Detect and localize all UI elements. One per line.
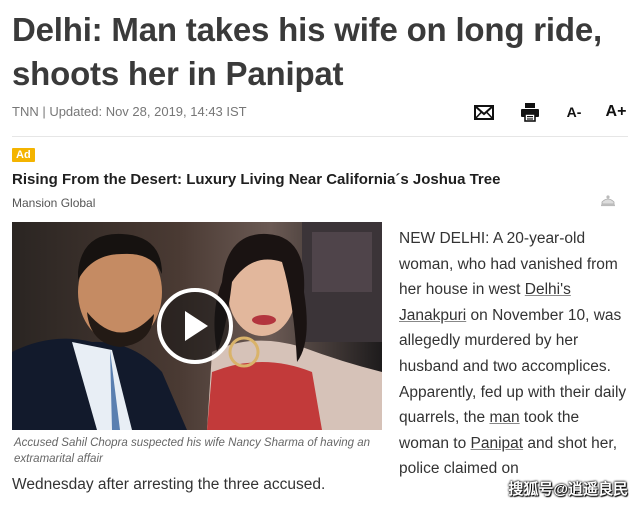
link-panipat[interactable]: Panipat	[471, 435, 524, 452]
ad-choices-icon[interactable]	[600, 193, 616, 207]
envelope-icon	[474, 104, 494, 120]
watermark: 搜狐号@逍遥良民	[508, 481, 628, 498]
article-text: NEW DELHI: A 20-year-old woman, who had …	[399, 230, 618, 299]
printer-icon	[521, 103, 539, 122]
play-icon	[185, 311, 208, 341]
article-continuation: Wednesday after arresting the three accu…	[12, 476, 326, 493]
link-janakpuri[interactable]: Janakpuri	[399, 307, 466, 324]
email-share-button[interactable]	[470, 100, 498, 124]
link-man[interactable]: man	[489, 409, 519, 426]
font-increase-button[interactable]: A+	[604, 100, 628, 124]
byline: TNN | Updated: Nov 28, 2019, 14:43 IST	[12, 104, 247, 119]
video-thumbnail[interactable]	[12, 222, 382, 430]
ad-source: Mansion Global	[12, 196, 96, 210]
article-headline: Delhi: Man takes his wife on long ride, …	[12, 11, 602, 92]
article-tools: A- A+	[452, 100, 628, 124]
ad-badge: Ad	[12, 148, 35, 162]
play-video-button[interactable]	[157, 288, 233, 364]
divider	[12, 136, 628, 137]
font-decrease-button[interactable]: A-	[562, 100, 586, 124]
photo-caption: Accused Sahil Chopra suspected his wife …	[14, 437, 371, 465]
print-button[interactable]	[516, 100, 544, 124]
link-delhi[interactable]: Delhi's	[525, 281, 571, 298]
article-body: NEW DELHI: A 20-year-old woman, who had …	[399, 226, 631, 482]
article-meta-row: TNN | Updated: Nov 28, 2019, 14:43 IST A…	[12, 100, 628, 124]
sponsored-ad-link[interactable]: Rising From the Desert: Luxury Living Ne…	[12, 171, 500, 188]
